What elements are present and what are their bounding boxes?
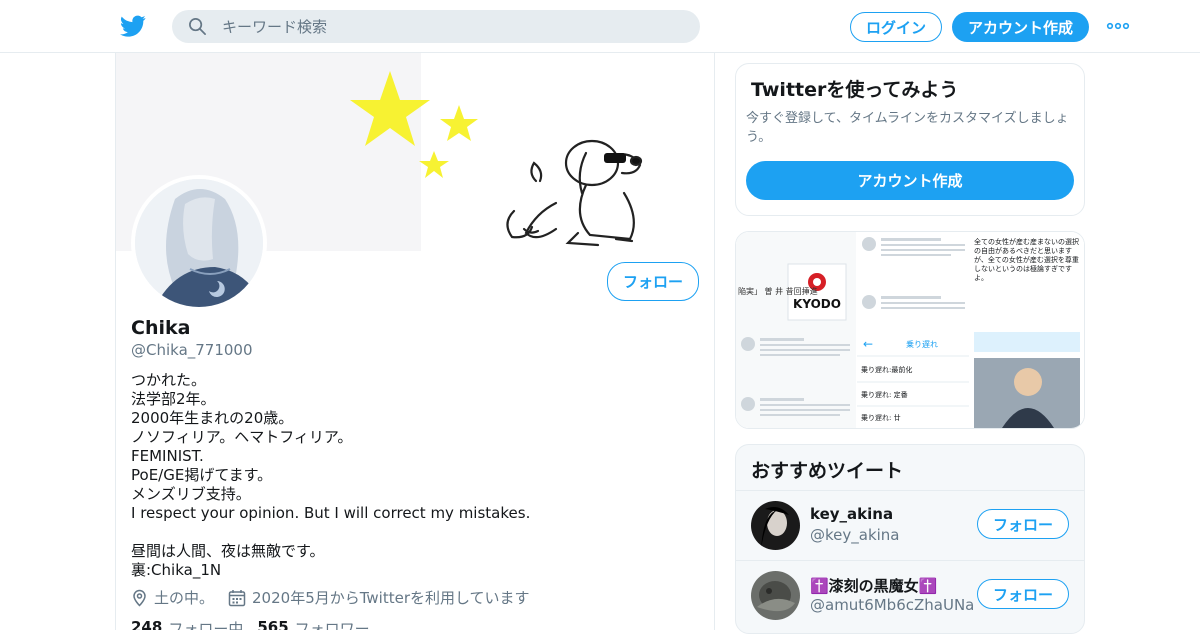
bio-line <box>131 523 691 542</box>
try-twitter-title: Twitterを使ってみよう <box>751 79 959 101</box>
bio-line: PoE/GE掲げてます。 <box>131 466 273 484</box>
profile-location: 土の中。 <box>131 587 214 608</box>
profile-bio: つかれた。 法学部2年。 2000年生まれの20歳。 ノソフィリア。ヘマトフィリ… <box>131 371 691 580</box>
media-tweet-text: 全ての女性が産む産まないの選択の自由があるべきだと思いますが、全ての女性が産む選… <box>974 238 1079 282</box>
bio-line: 昼間は人間、夜は無敵です。 <box>131 542 325 560</box>
top-navigation-bar: ログイン アカウント作成 <box>0 0 1200 53</box>
try-twitter-card: Twitterを使ってみよう 今すぐ登録して、タイムラインをカスタマイズしましょ… <box>735 63 1085 216</box>
following-count[interactable]: 248 <box>131 618 162 630</box>
svg-text:乗り遅れ: 乗り遅れ <box>906 339 938 349</box>
media-menu-item: 乗り遅れ: 定番 <box>861 390 908 399</box>
followers-label[interactable]: フォロワー <box>295 618 370 630</box>
location-text: 土の中。 <box>154 589 215 607</box>
avatar-illustration <box>135 179 263 307</box>
profile-avatar[interactable] <box>131 175 267 311</box>
profile-meta: 土の中。 2020年5月からTwitterを利用しています <box>131 587 544 608</box>
join-date-text: 2020年5月からTwitterを利用しています <box>252 589 530 607</box>
search-box[interactable] <box>172 10 700 43</box>
follow-button[interactable]: フォロー <box>977 509 1069 539</box>
media-menu-item: 乗り遅れ: 廿 <box>861 413 901 422</box>
follow-button[interactable]: フォロー <box>607 262 699 301</box>
profile-display-name: Chika <box>131 317 191 339</box>
recommended-user-name[interactable]: ✝️漆刻の黒魔女✝️ <box>810 575 937 596</box>
location-pin-icon <box>133 589 146 607</box>
bio-line: FEMINIST. <box>131 447 204 465</box>
profile-join-date: 2020年5月からTwitterを利用しています <box>228 587 530 608</box>
avatar-image <box>751 501 800 550</box>
bio-line: 法学部2年。 <box>131 390 216 408</box>
recommended-tweets-title: おすすめツイート <box>751 460 904 482</box>
recommended-user-row[interactable]: key_akina @key_akina フォロー <box>736 490 1084 560</box>
recommended-tweets-card: おすすめツイート key_akina @key_akina フォロー ✝️漆刻の… <box>735 444 1085 634</box>
create-account-button[interactable]: アカウント作成 <box>746 161 1074 200</box>
search-icon <box>189 18 206 35</box>
recommended-user-avatar[interactable] <box>751 571 800 620</box>
bio-line: メンズリブ支持。 <box>131 485 251 503</box>
kyodo-label: KYODO <box>793 297 841 311</box>
bio-line: I respect your opinion. But I will corre… <box>131 504 531 522</box>
profile-column: フォロー Chika @Chika_771000 つかれた。 法学部2年。 20… <box>115 53 715 630</box>
search-input[interactable] <box>222 10 682 43</box>
following-label[interactable]: フォロー中 <box>168 618 243 630</box>
media-fragment-left: 陥実」 曽 井 昔回挿進 <box>738 286 818 296</box>
avatar-image <box>751 571 800 620</box>
media-grid[interactable]: KYODO 陥実」 曽 井 昔回挿進 ← 乗り遅れ 乗り遅れ:最前化 乗り遅れ:… <box>735 231 1085 429</box>
bio-line: 裏:Chika_1N <box>131 561 222 579</box>
recommended-user-avatar[interactable] <box>751 501 800 550</box>
media-menu-item: 乗り遅れ:最前化 <box>861 365 912 374</box>
recommended-user-row[interactable]: ✝️漆刻の黒魔女✝️ @amut6Mb6cZhaUNa フォロー <box>736 560 1084 630</box>
recommended-user-handle[interactable]: @amut6Mb6cZhaUNa <box>810 596 974 614</box>
media-thumbnails[interactable]: KYODO 陥実」 曽 井 昔回挿進 ← 乗り遅れ 乗り遅れ:最前化 乗り遅れ:… <box>736 232 1084 428</box>
calendar-icon <box>228 589 246 606</box>
profile-handle[interactable]: @Chika_771000 <box>131 341 253 359</box>
recommended-user-name[interactable]: key_akina <box>810 505 893 523</box>
profile-stats: 248 フォロー中 565 フォロワー <box>131 618 384 630</box>
svg-text:←: ← <box>863 337 873 351</box>
try-twitter-description: 今すぐ登録して、タイムラインをカスタマイズしましょう。 <box>746 111 1069 145</box>
bio-line: つかれた。 <box>131 371 207 389</box>
follow-button[interactable]: フォロー <box>977 579 1069 609</box>
login-button[interactable]: ログイン <box>850 12 942 42</box>
signup-button[interactable]: アカウント作成 <box>952 12 1089 42</box>
followers-count[interactable]: 565 <box>257 618 288 630</box>
bio-line: 2000年生まれの20歳。 <box>131 409 294 427</box>
bio-line: ノソフィリア。ヘマトフィリア。 <box>131 428 353 446</box>
recommended-user-handle[interactable]: @key_akina <box>810 526 900 544</box>
twitter-bird-logo-icon[interactable] <box>120 13 146 39</box>
more-horizontal-icon[interactable] <box>1106 19 1130 33</box>
